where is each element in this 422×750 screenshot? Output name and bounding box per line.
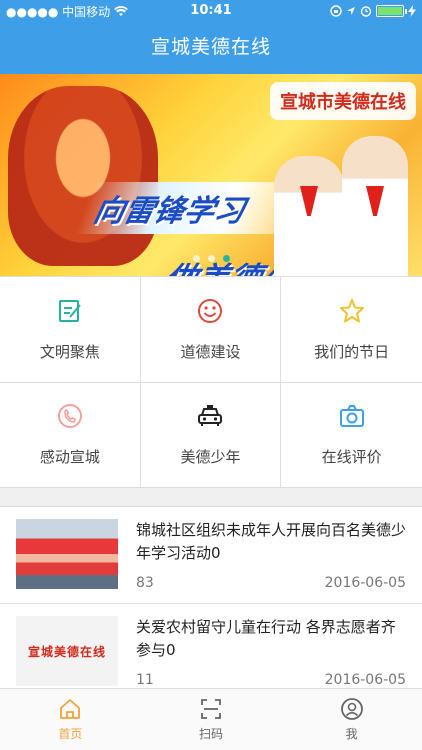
camera-icon	[339, 405, 364, 428]
menu-item-virtuous-youth[interactable]: 美德少年	[140, 382, 282, 488]
news-thumbnail: 宣城美德在线	[16, 616, 118, 686]
tab-scan[interactable]: 扫码	[141, 689, 282, 750]
carousel-dot[interactable]	[222, 255, 230, 262]
news-thumbnail-text: 宣城美德在线	[27, 644, 106, 659]
phone-heart-icon	[57, 404, 82, 429]
orientation-lock-icon	[330, 5, 342, 17]
menu-item-online-review[interactable]: 在线评价	[281, 383, 422, 488]
wifi-icon	[114, 5, 129, 16]
menu-item-touching-xuancheng[interactable]: 感动宣城	[0, 382, 141, 488]
top-bar: ●●●●● 中国移动 10:41 宣城美德在线	[0, 0, 422, 74]
banner-portrait-image	[8, 86, 158, 266]
news-item[interactable]: 锦城社区组织未成年人开展向百名美德少年学习活动0 83 2016-06-05	[0, 507, 422, 604]
tab-label: 首页	[58, 727, 83, 741]
menu-item-label: 在线评价	[321, 448, 382, 467]
carrier-label: ●●●●● 中国移动	[6, 4, 111, 19]
menu-item-label: 文明聚焦	[39, 342, 100, 361]
location-icon	[347, 7, 355, 15]
menu-item-civilization-focus[interactable]: 文明聚焦	[0, 277, 141, 383]
carousel-indicator	[0, 255, 422, 262]
menu-item-label: 感动宣城	[39, 448, 100, 467]
menu-item-label: 道德建设	[180, 342, 241, 361]
tab-bar: 首页 扫码 我	[0, 688, 422, 750]
star-icon	[339, 298, 364, 323]
news-item[interactable]: 宣城美德在线 关爱农村留守儿童在行动 各界志愿者齐参与0 11 2016-06-…	[0, 604, 422, 701]
banner-slogan-1: 向雷锋学习	[90, 194, 248, 229]
edit-note-icon	[58, 299, 81, 322]
category-grid: 文明聚焦 道德建设 我们的节日 感动宣城 美德少年 在线评价	[0, 276, 422, 488]
tab-me[interactable]: 我	[281, 689, 422, 750]
tab-label: 我	[345, 727, 358, 741]
tab-home[interactable]: 首页	[0, 689, 141, 750]
carousel-dot[interactable]	[207, 255, 215, 262]
news-thumbnail	[16, 519, 118, 589]
charging-icon	[408, 5, 416, 17]
tab-label: 扫码	[199, 727, 224, 741]
scan-icon	[201, 699, 221, 719]
smile-icon	[198, 298, 223, 323]
battery-icon	[376, 5, 407, 17]
news-views: 11	[136, 672, 154, 688]
banner-carousel[interactable]: 向雷锋学习 做美德少年 宣城市美德在线	[0, 74, 422, 276]
profile-icon	[340, 698, 363, 720]
car-icon	[198, 405, 223, 427]
status-bar: ●●●●● 中国移动 10:41	[0, 0, 422, 22]
news-date: 2016-06-05	[324, 575, 406, 591]
news-date: 2016-06-05	[324, 672, 406, 688]
menu-item-our-festivals[interactable]: 我们的节日	[281, 277, 422, 383]
page-title: 宣城美德在线	[150, 36, 271, 58]
news-list: 锦城社区组织未成年人开展向百名美德少年学习活动0 83 2016-06-05 宣…	[0, 506, 422, 701]
news-views: 83	[136, 575, 154, 591]
news-title: 锦城社区组织未成年人开展向百名美德少年学习活动0	[136, 521, 407, 562]
alarm-icon	[360, 6, 372, 17]
home-icon	[60, 699, 81, 719]
menu-item-label: 我们的节日	[314, 342, 390, 361]
news-title: 关爱农村留守儿童在行动 各界志愿者齐参与0	[136, 618, 396, 659]
menu-item-moral-building[interactable]: 道德建设	[140, 277, 282, 383]
carousel-dot[interactable]	[192, 255, 200, 262]
menu-item-label: 美德少年	[180, 448, 241, 467]
banner-logo: 宣城市美德在线	[270, 82, 416, 120]
